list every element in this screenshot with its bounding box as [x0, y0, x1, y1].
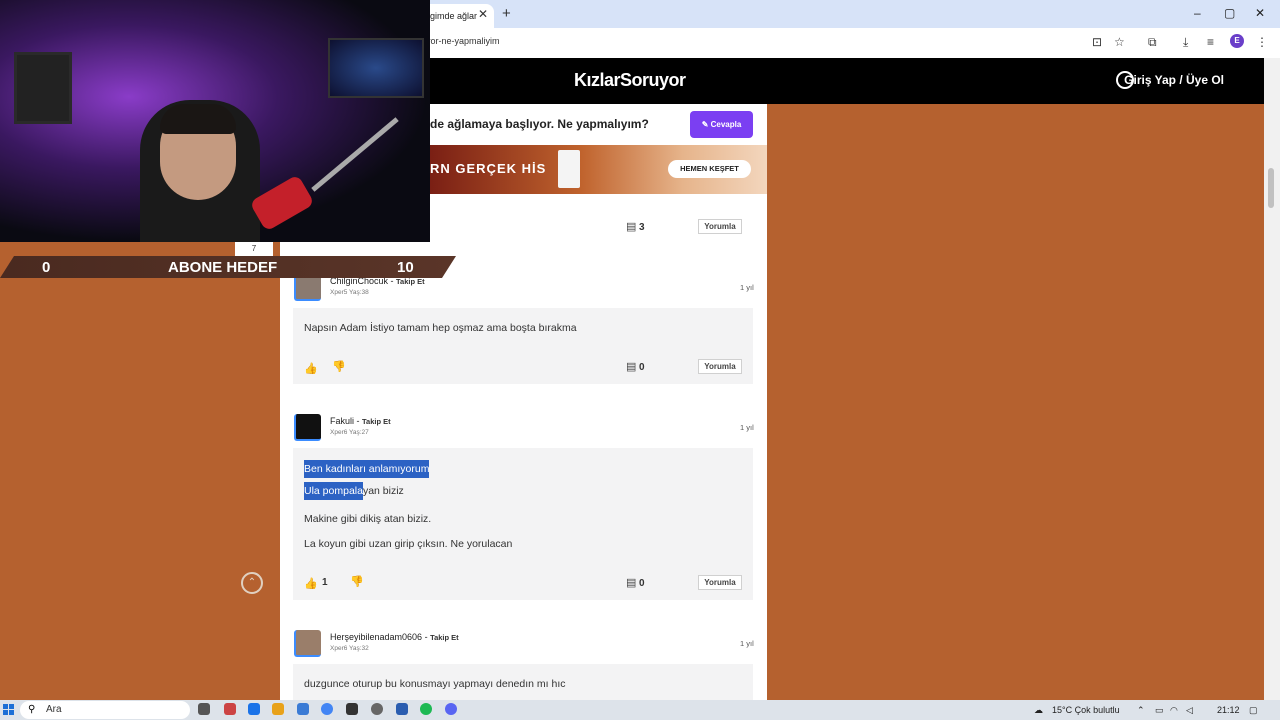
- answer-text: duzgunce oturup bu konusmayı yapmayı den…: [304, 678, 566, 690]
- comment-count: 0: [639, 578, 645, 589]
- answer-text: La koyun gibi uzan girip çıksın. Ne yoru…: [304, 538, 513, 550]
- network-icon[interactable]: ▭: [1155, 705, 1164, 716]
- post-age: 1 yıl: [740, 639, 754, 648]
- post-age: 1 yıl: [740, 283, 754, 292]
- comment-count: 0: [639, 362, 645, 373]
- question-title: de ağlamaya başlıyor. Ne yapmalıyım?: [430, 117, 649, 131]
- discord-icon[interactable]: [445, 703, 457, 715]
- wifi-icon[interactable]: ◠: [1170, 705, 1178, 716]
- thumbs-down-icon[interactable]: 👎: [350, 575, 364, 588]
- reply-button[interactable]: Yorumla: [698, 219, 742, 234]
- thumbs-up-icon[interactable]: 👍: [304, 577, 318, 590]
- sub-goal-label: ABONE HEDEF: [168, 259, 278, 276]
- answer-text: Ula pompalayan biziz: [304, 482, 404, 500]
- new-tab-button[interactable]: +: [502, 5, 511, 22]
- avatar[interactable]: [294, 274, 321, 301]
- extensions-icon[interactable]: ⧉: [1148, 35, 1157, 50]
- reply-button[interactable]: Yorumla: [698, 359, 742, 374]
- taskbar-search[interactable]: Ara: [20, 701, 190, 719]
- username[interactable]: Fakuli - Takip Et: [330, 416, 391, 426]
- comment-icon: ▤: [626, 577, 637, 589]
- explorer-icon[interactable]: [272, 703, 284, 715]
- streamer-hair: [160, 104, 236, 134]
- scrollbar[interactable]: [1264, 58, 1280, 702]
- webcam-overlay: [0, 0, 430, 242]
- reply-button[interactable]: Yorumla: [698, 575, 742, 590]
- app-icon[interactable]: [396, 703, 408, 715]
- store-icon[interactable]: [297, 703, 309, 715]
- like-count: 1: [322, 577, 328, 588]
- profile-avatar[interactable]: E: [1230, 34, 1244, 48]
- media-icon[interactable]: ≡: [1207, 35, 1214, 49]
- wall-picture: [14, 52, 72, 124]
- minimize-button[interactable]: –: [1194, 6, 1201, 20]
- user-meta: Xper5 Yaş:38: [330, 289, 369, 296]
- mic-arm: [311, 117, 399, 192]
- follow-link[interactable]: Takip Et: [362, 417, 391, 426]
- site-logo[interactable]: KızlarSoruyor: [574, 70, 686, 91]
- chrome-icon[interactable]: [321, 703, 333, 715]
- url-field[interactable]: yor-ne-yapmaliyim: [426, 36, 500, 46]
- answer-text-selected: Ben kadınları anlamıyorum: [304, 460, 430, 478]
- bookmark-star-icon[interactable]: ☆: [1114, 35, 1125, 49]
- answer-card: [293, 308, 753, 384]
- task-view-icon[interactable]: [198, 703, 210, 715]
- tray-overflow-icon[interactable]: ⌃: [1137, 705, 1145, 716]
- scroll-thumb[interactable]: [1268, 168, 1274, 208]
- ad-product-image: [558, 150, 580, 188]
- answer-button[interactable]: ✎ Cevapla: [690, 111, 753, 138]
- follow-link[interactable]: Takip Et: [430, 633, 459, 642]
- spotify-icon[interactable]: [420, 703, 432, 715]
- weather-text[interactable]: 15°C Çok bulutlu: [1052, 705, 1120, 715]
- comment-icon: ▤: [626, 361, 637, 373]
- sub-goal-current: 7: [235, 242, 273, 256]
- app-icon[interactable]: [346, 703, 358, 715]
- sub-goal-target: 10: [397, 259, 414, 276]
- post-age: 1 yıl: [740, 423, 754, 432]
- edge-icon[interactable]: [248, 703, 260, 715]
- tab-title: gimde ağlar: [430, 11, 478, 21]
- search-icon: ⚲: [28, 704, 36, 715]
- wall-picture: [328, 38, 424, 98]
- install-icon[interactable]: ⊡: [1092, 35, 1102, 49]
- user-meta: Xper6 Yaş:27: [330, 429, 369, 436]
- comment-icon: ▤: [626, 221, 637, 233]
- close-tab-icon[interactable]: ✕: [478, 7, 488, 21]
- avatar[interactable]: [294, 414, 321, 441]
- follow-link[interactable]: Takip Et: [396, 277, 425, 286]
- clock[interactable]: 21:12: [1217, 705, 1240, 715]
- close-window-button[interactable]: ✕: [1255, 6, 1265, 20]
- maximize-button[interactable]: ▢: [1224, 6, 1235, 20]
- obs-icon[interactable]: [371, 703, 383, 715]
- sub-goal-start: 0: [42, 259, 51, 276]
- notification-icon[interactable]: ▢: [1249, 705, 1258, 716]
- answer-text: Napsın Adam İstiyo tamam hep oşmaz ama b…: [304, 322, 577, 334]
- scroll-to-top-icon[interactable]: ⌃: [241, 572, 263, 594]
- thumbs-up-icon[interactable]: 👍: [304, 362, 318, 375]
- thumbs-down-icon[interactable]: 👎: [332, 360, 346, 373]
- user-meta: Xper6 Yaş:32: [330, 645, 369, 652]
- ad-discover-button[interactable]: HEMEN KEŞFET: [668, 160, 751, 178]
- username[interactable]: Herşeyibilenadam0606 - Takip Et: [330, 632, 459, 642]
- volume-icon[interactable]: ◁: [1186, 705, 1193, 716]
- comment-count: 3: [639, 222, 645, 233]
- avatar[interactable]: [294, 630, 321, 657]
- answer-text: Makine gibi dikiş atan biziz.: [304, 513, 432, 525]
- download-icon[interactable]: ⤓: [1183, 35, 1188, 50]
- search-placeholder: Ara: [46, 704, 62, 715]
- menu-icon[interactable]: ⋮: [1256, 35, 1268, 49]
- ad-text: RN GERÇEK HİS: [430, 161, 547, 176]
- login-link[interactable]: Giriş Yap / Üye Ol: [1124, 73, 1224, 87]
- weather-icon[interactable]: ☁: [1034, 705, 1043, 716]
- windows-start-icon[interactable]: [3, 704, 15, 716]
- app-icon[interactable]: [224, 703, 236, 715]
